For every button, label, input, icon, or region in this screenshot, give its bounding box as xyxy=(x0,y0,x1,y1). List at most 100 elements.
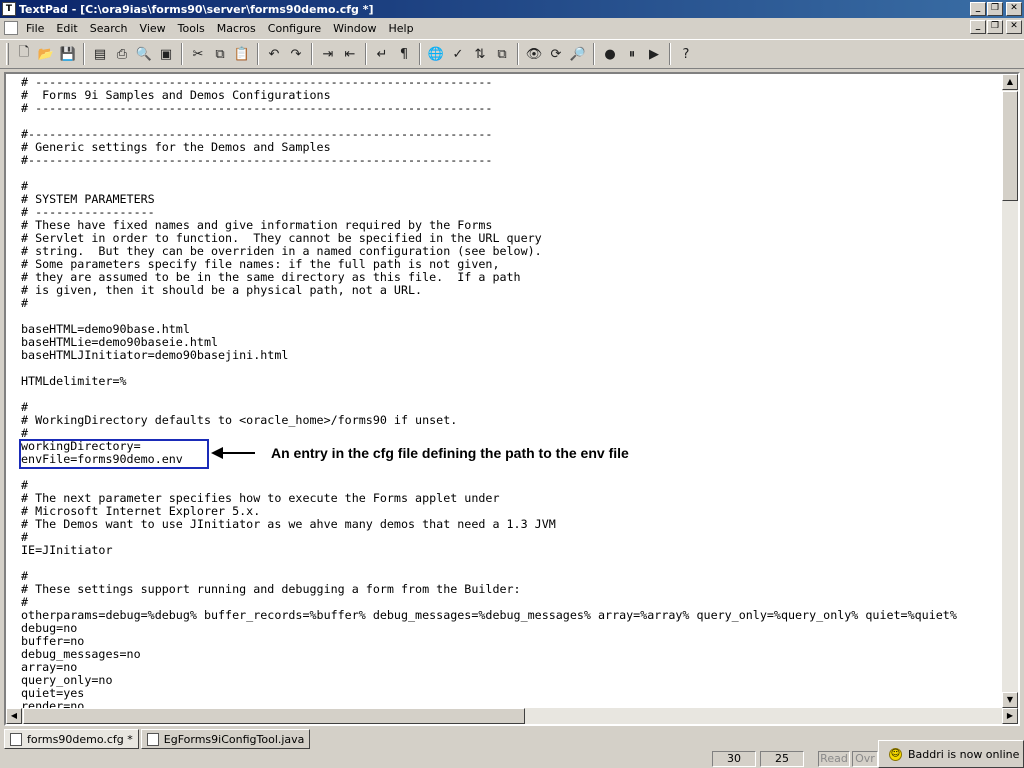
arrow-icon xyxy=(211,447,255,459)
redo-icon[interactable]: ↷ xyxy=(285,43,307,65)
paragraph-icon[interactable]: ¶ xyxy=(393,43,415,65)
horizontal-scroll-thumb[interactable] xyxy=(23,708,525,724)
menu-window[interactable]: Window xyxy=(327,22,382,35)
code-line[interactable]: array=no xyxy=(21,661,1006,674)
menu-configure[interactable]: Configure xyxy=(262,22,327,35)
code-line[interactable]: query_only=no xyxy=(21,674,1006,687)
save-all-icon[interactable]: ▤ xyxy=(89,43,111,65)
code-line[interactable]: # is given, then it should be a physical… xyxy=(21,284,1006,297)
code-line[interactable]: render=no xyxy=(21,700,1006,709)
code-line[interactable]: HTMLdelimiter=% xyxy=(21,375,1006,388)
notification-text: Baddri is now online xyxy=(908,747,1020,761)
pause-macro-icon[interactable]: ⏸ xyxy=(621,43,643,65)
copy-icon[interactable]: ⧉ xyxy=(209,43,231,65)
new-icon[interactable]: 🗋 xyxy=(13,43,35,65)
document-tabs: forms90demo.cfg * EgForms9iConfigTool.ja… xyxy=(0,727,1024,749)
toolbar: 🗋 📂 💾 ▤ ⎙ 🔍 ▣ ✂ ⧉ 📋 ↶ ↷ ⇥ ⇤ ↵ ¶ 🌐 ✓ ⇅ ⧉ … xyxy=(0,39,1024,69)
im-notification[interactable]: ☺ Baddri is now online xyxy=(878,740,1024,768)
code-line[interactable]: # xyxy=(21,297,1006,310)
code-line[interactable] xyxy=(21,167,1006,180)
indent-icon[interactable]: ⇥ xyxy=(317,43,339,65)
paste-icon[interactable]: 📋 xyxy=(231,43,253,65)
code-line[interactable]: # WorkingDirectory defaults to <oracle_h… xyxy=(21,414,1006,427)
menu-tools[interactable]: Tools xyxy=(172,22,211,35)
code-line[interactable]: debug=no xyxy=(21,622,1006,635)
minimize-button[interactable]: _ xyxy=(970,2,986,16)
properties-icon[interactable]: ▣ xyxy=(155,43,177,65)
code-text-area[interactable]: # --------------------------------------… xyxy=(21,76,1006,708)
window-title: TextPad - [C:\ora9ias\forms90\server\for… xyxy=(19,2,374,16)
tab-label: EgForms9iConfigTool.java xyxy=(163,732,305,746)
code-line[interactable]: # xyxy=(21,531,1006,544)
print-preview-icon[interactable]: 🔍 xyxy=(133,43,155,65)
menu-search[interactable]: Search xyxy=(84,22,134,35)
textpad-app-icon[interactable]: T xyxy=(2,2,16,16)
code-line[interactable]: # The Demos want to use JInitiator as we… xyxy=(21,518,1006,531)
open-icon[interactable]: 📂 xyxy=(35,43,57,65)
menu-edit[interactable]: Edit xyxy=(50,22,83,35)
code-line[interactable]: buffer=no xyxy=(21,635,1006,648)
menu-macros[interactable]: Macros xyxy=(211,22,262,35)
vertical-scroll-thumb[interactable] xyxy=(1002,91,1018,201)
scroll-up-icon[interactable]: ▲ xyxy=(1002,74,1018,90)
editor-pane[interactable]: # --------------------------------------… xyxy=(4,72,1020,726)
code-line[interactable] xyxy=(21,557,1006,570)
smiley-icon: ☺ xyxy=(889,747,902,761)
code-line[interactable]: # --------------------------------------… xyxy=(21,102,1006,115)
print-icon[interactable]: ⎙ xyxy=(111,43,133,65)
find-icon[interactable]: 👁 xyxy=(523,43,545,65)
find-in-files-icon[interactable]: 🔎 xyxy=(567,43,589,65)
toolbar-separator xyxy=(517,43,519,65)
play-macro-icon[interactable]: ▶ xyxy=(643,43,665,65)
toolbar-separator xyxy=(83,43,85,65)
undo-icon[interactable]: ↶ xyxy=(263,43,285,65)
code-line[interactable]: debug_messages=no xyxy=(21,648,1006,661)
browser-icon[interactable]: 🌐 xyxy=(425,43,447,65)
restore-button[interactable]: ❐ xyxy=(987,2,1003,16)
doc-restore-button[interactable]: ❐ xyxy=(987,20,1003,34)
toolbar-grip[interactable] xyxy=(6,43,9,65)
toolbar-separator xyxy=(181,43,183,65)
code-line[interactable] xyxy=(21,362,1006,375)
spelling-icon[interactable]: ✓ xyxy=(447,43,469,65)
cut-icon[interactable]: ✂ xyxy=(187,43,209,65)
code-line[interactable]: # SYSTEM PARAMETERS xyxy=(21,193,1006,206)
toolbar-separator xyxy=(365,43,367,65)
title-bar: T TextPad - [C:\ora9ias\forms90\server\f… xyxy=(0,0,1024,18)
horizontal-scrollbar[interactable]: ◀ ▶ xyxy=(6,708,1018,724)
toolbar-separator xyxy=(257,43,259,65)
scroll-right-icon[interactable]: ▶ xyxy=(1002,708,1018,724)
compare-icon[interactable]: ⧉ xyxy=(491,43,513,65)
status-line-number: 30 xyxy=(712,751,756,767)
doc-minimize-button[interactable]: _ xyxy=(970,20,986,34)
save-icon[interactable]: 💾 xyxy=(57,43,79,65)
menu-help[interactable]: Help xyxy=(382,22,419,35)
tab-forms90demo-cfg[interactable]: forms90demo.cfg * xyxy=(4,729,139,749)
tab-egforms9iconfigtool-java[interactable]: EgForms9iConfigTool.java xyxy=(140,729,311,749)
text-file-icon xyxy=(10,732,22,746)
code-line[interactable]: baseHTMLJInitiator=demo90basejini.html xyxy=(21,349,1006,362)
code-line[interactable]: quiet=yes xyxy=(21,687,1006,700)
code-line[interactable] xyxy=(21,388,1006,401)
outdent-icon[interactable]: ⇤ xyxy=(339,43,361,65)
close-button[interactable]: ✕ xyxy=(1006,2,1022,16)
vertical-scrollbar[interactable]: ▲ ▼ xyxy=(1002,74,1018,708)
doc-close-button[interactable]: ✕ xyxy=(1006,20,1022,34)
scroll-left-icon[interactable]: ◀ xyxy=(6,708,22,724)
code-line[interactable]: #---------------------------------------… xyxy=(21,154,1006,167)
status-bar: 30 25 Read Ovr xyxy=(0,750,1024,768)
replace-icon[interactable]: ⟳ xyxy=(545,43,567,65)
sort-icon[interactable]: ⇅ xyxy=(469,43,491,65)
code-line[interactable]: IE=JInitiator xyxy=(21,544,1006,557)
menu-file[interactable]: File xyxy=(0,22,50,35)
record-macro-icon[interactable]: ● xyxy=(599,43,621,65)
status-column-number: 25 xyxy=(760,751,804,767)
menu-view[interactable]: View xyxy=(134,22,172,35)
help-icon[interactable]: ? xyxy=(675,43,697,65)
code-line[interactable]: # These settings support running and deb… xyxy=(21,583,1006,596)
scroll-down-icon[interactable]: ▼ xyxy=(1002,692,1018,708)
code-line[interactable]: otherparams=debug=%debug% buffer_records… xyxy=(21,609,1006,622)
code-line[interactable]: # xyxy=(21,180,1006,193)
menu-bar: File Edit Search View Tools Macros Confi… xyxy=(0,18,1024,38)
word-wrap-icon[interactable]: ↵ xyxy=(371,43,393,65)
